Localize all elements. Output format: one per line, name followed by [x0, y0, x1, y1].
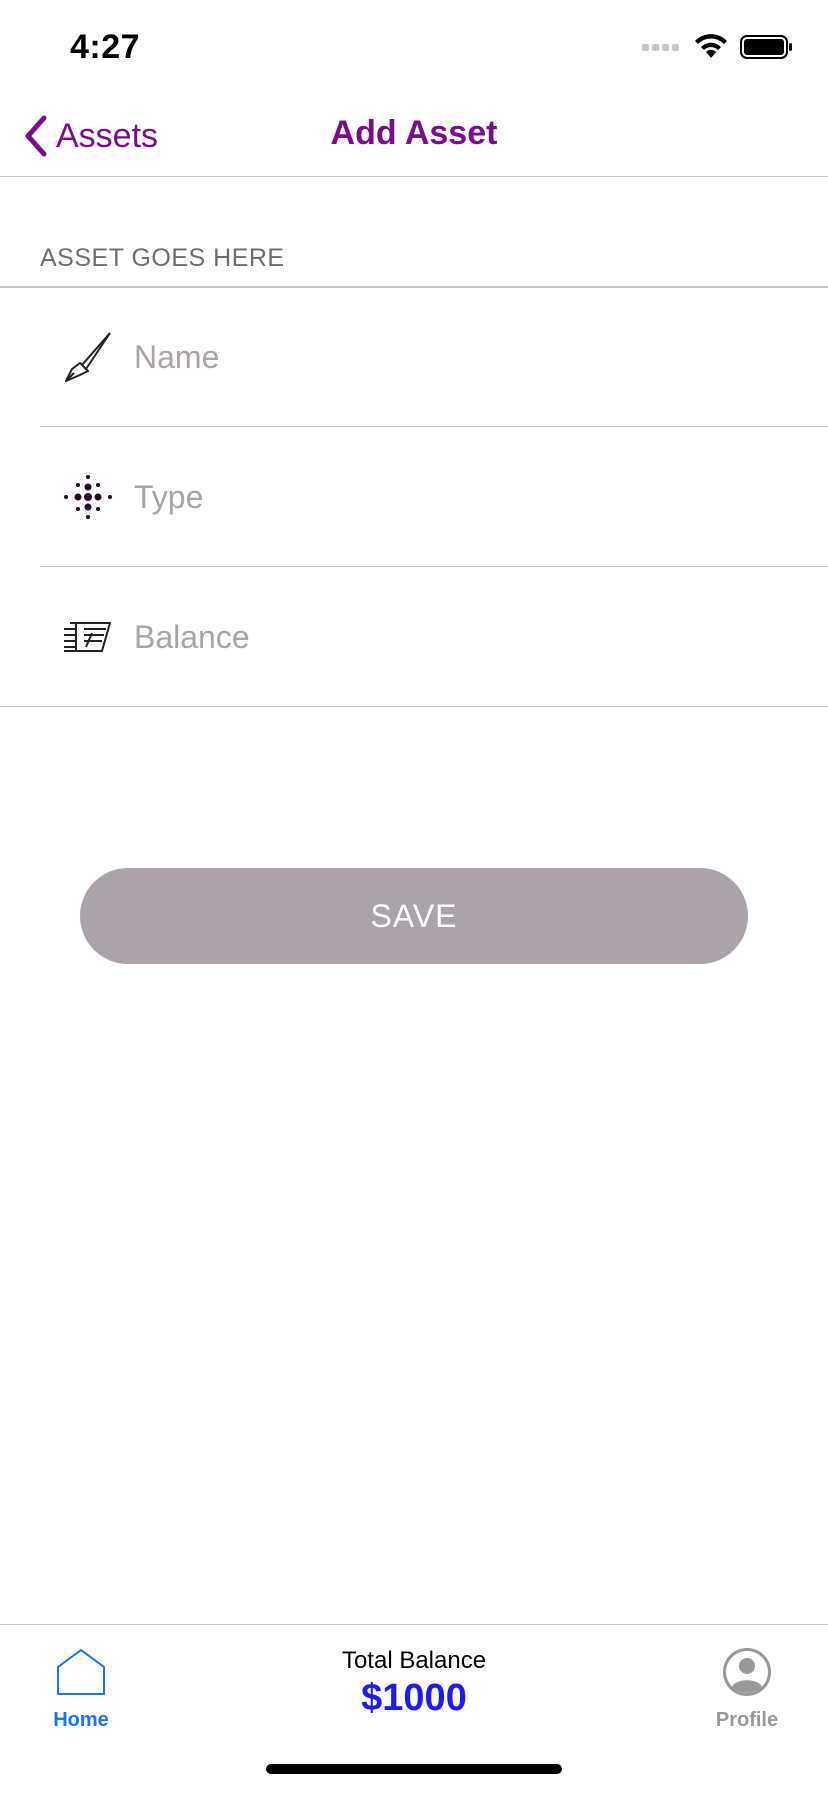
type-row [0, 427, 828, 567]
total-balance-label: Total Balance [341, 1647, 487, 1674]
type-input[interactable] [134, 467, 794, 527]
battery-icon [740, 35, 792, 59]
profile-icon [723, 1648, 771, 1696]
name-input[interactable] [134, 327, 794, 387]
save-button[interactable]: SAVE [80, 868, 748, 964]
balance-row [0, 567, 828, 707]
wifi-icon [695, 34, 727, 58]
row-separator [0, 705, 828, 707]
tab-profile-label: Profile [715, 1709, 779, 1731]
section-header: ASSET GOES HERE [40, 244, 285, 272]
page-title: Add Asset [330, 114, 498, 152]
name-row [0, 287, 828, 427]
signal-icon [642, 44, 679, 51]
status-icons [642, 34, 794, 60]
paintbrush-icon [65, 332, 111, 382]
status-time: 4:27 [70, 28, 141, 66]
total-balance: Total Balance $1000 [0, 1647, 828, 1720]
dots-grid-icon [64, 475, 112, 519]
total-balance-value: $1000 [361, 1677, 467, 1719]
status-bar: 4:27 [0, 0, 828, 96]
tab-profile[interactable]: Profile [706, 1647, 788, 1732]
money-stack-icon [64, 622, 111, 652]
home-indicator [266, 1764, 562, 1774]
navigation-bar: Assets Add Asset [0, 96, 828, 177]
balance-input[interactable] [134, 607, 794, 667]
